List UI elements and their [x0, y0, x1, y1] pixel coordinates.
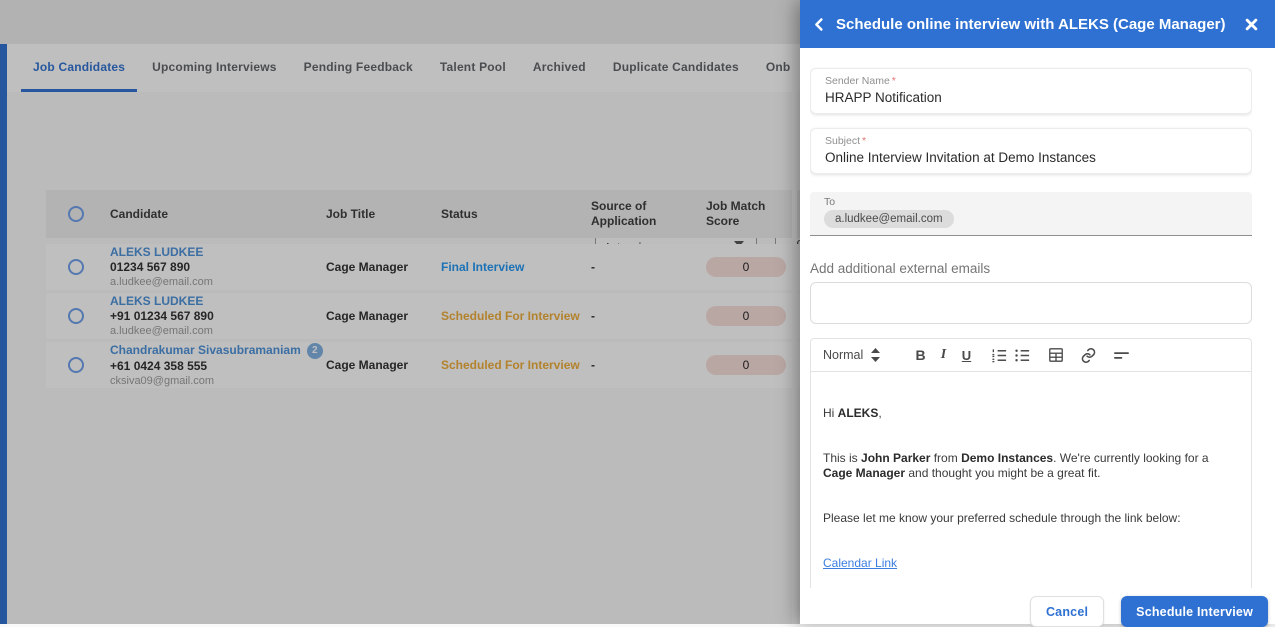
italic-button[interactable]: I	[932, 343, 955, 367]
format-select[interactable]: Normal	[823, 348, 899, 362]
required-asterisk: *	[862, 135, 867, 147]
subject-value: Online Interview Invitation at Demo Inst…	[825, 150, 1096, 165]
plain-text: and thought you might be a great fit.	[905, 466, 1101, 480]
email-paragraph: Hi ALEKS,	[823, 406, 1239, 421]
subject-label: Subject	[825, 135, 861, 147]
bullet-list-button[interactable]	[1011, 343, 1034, 367]
back-button[interactable]	[812, 17, 827, 32]
required-asterisk: *	[891, 75, 896, 87]
bold-text: ALEKS	[837, 406, 879, 420]
insert-link-button[interactable]	[1077, 343, 1100, 367]
insert-table-button[interactable]	[1044, 343, 1067, 367]
email-paragraph: This is John Parker from Demo Instances.…	[823, 451, 1239, 481]
plain-text: . We're currently looking for a	[1053, 451, 1209, 465]
cancel-button[interactable]: Cancel	[1029, 596, 1105, 627]
underline-button[interactable]: U	[955, 343, 978, 367]
updown-caret-icon	[871, 348, 881, 362]
to-field[interactable]: To a.ludkee@email.com	[810, 192, 1252, 236]
plain-text: This is	[823, 451, 862, 465]
additional-emails-label: Add additional external emails	[810, 261, 991, 276]
recipient-email-chip[interactable]: a.ludkee@email.com	[824, 210, 954, 228]
panel-footer: Cancel Schedule Interview	[800, 588, 1275, 627]
plain-text: from	[930, 451, 962, 465]
bold-text: John Parker	[861, 451, 931, 465]
close-icon	[1245, 18, 1258, 30]
email-paragraph: Please let me know your preferred schedu…	[823, 511, 1239, 526]
sender-name-label: Sender Name	[825, 75, 890, 87]
subject-field[interactable]: Subject * Online Interview Invitation at …	[810, 128, 1252, 174]
calendar-link[interactable]: Calendar Link	[823, 556, 897, 570]
schedule-interview-panel: Schedule online interview with ALEKS (Ca…	[800, 0, 1275, 627]
schedule-interview-button[interactable]: Schedule Interview	[1121, 596, 1268, 627]
ordered-list-icon	[992, 348, 1007, 362]
ordered-list-button[interactable]	[988, 343, 1011, 367]
close-button[interactable]	[1244, 17, 1259, 32]
align-button[interactable]	[1110, 343, 1133, 367]
format-select-value: Normal	[823, 348, 864, 362]
bold-text: Demo Instances	[961, 451, 1054, 465]
plain-text: Please let me know your preferred schedu…	[823, 511, 1181, 525]
table-icon	[1048, 348, 1063, 362]
panel-body: Sender Name * HRAPP Notification Subject *…	[810, 48, 1252, 588]
calendar-link-line: Calendar Link	[823, 556, 1239, 571]
sender-name-field[interactable]: Sender Name * HRAPP Notification	[810, 68, 1252, 114]
bold-button[interactable]: B	[909, 343, 932, 367]
plain-text: Hi	[823, 406, 838, 420]
to-label: To	[824, 196, 836, 208]
plain-text: ,	[878, 406, 882, 420]
additional-emails-input[interactable]	[810, 282, 1252, 324]
editor-toolbar: Normal B I U	[811, 339, 1251, 372]
panel-header: Schedule online interview with ALEKS (Ca…	[800, 0, 1275, 48]
bullet-list-icon	[1015, 349, 1030, 361]
email-body-editor: Normal B I U Hi ALEKS, This is John Park…	[810, 338, 1252, 588]
email-body-text[interactable]: Hi ALEKS, This is John Parker from Demo I…	[811, 372, 1251, 588]
chevron-left-icon	[815, 17, 823, 31]
link-icon	[1081, 347, 1096, 363]
sender-name-value: HRAPP Notification	[825, 90, 942, 105]
bold-text: Cage Manager	[823, 466, 906, 480]
align-icon	[1114, 351, 1129, 359]
panel-title: Schedule online interview with ALEKS (Ca…	[836, 15, 1226, 33]
